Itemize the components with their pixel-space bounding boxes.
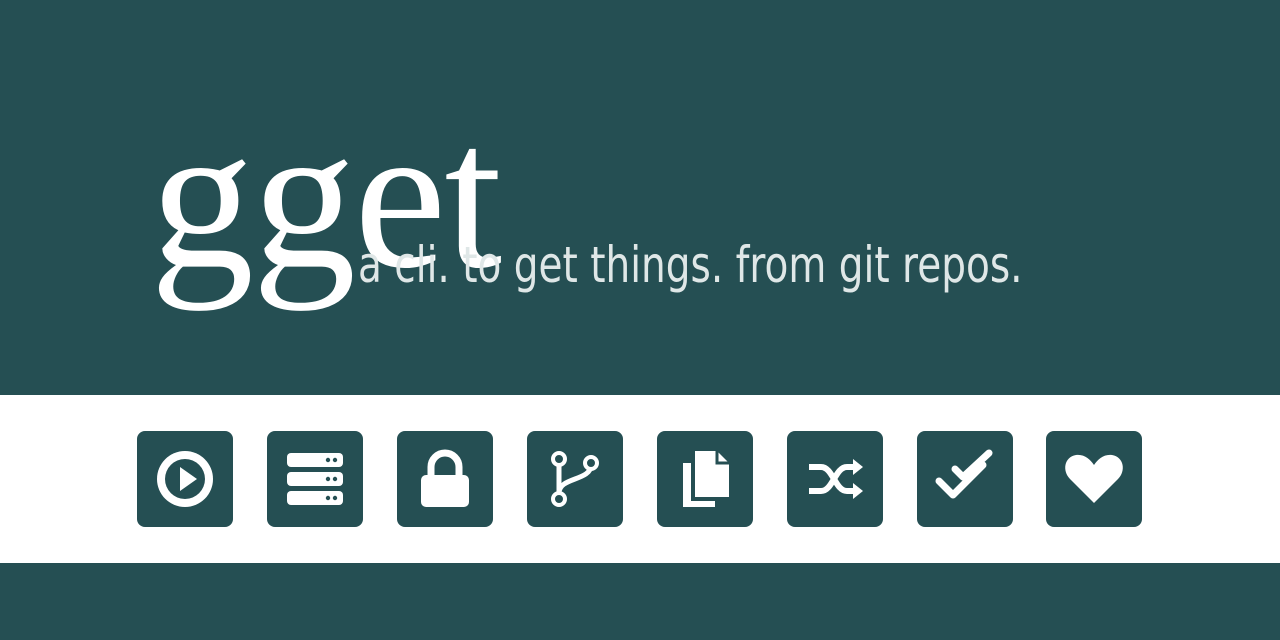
- footer-band: [0, 563, 1280, 640]
- shuffle-icon: [809, 459, 863, 499]
- copy-files-tile: [657, 431, 753, 527]
- play-circle-icon: [157, 451, 213, 507]
- lock-tile: [397, 431, 493, 527]
- icon-band: [0, 395, 1280, 563]
- double-check-icon: [935, 449, 993, 499]
- code-branch-tile: [527, 431, 623, 527]
- code-branch-icon: [551, 451, 599, 507]
- double-check-tile: [917, 431, 1013, 527]
- hero: gget a cli. to get things. from git repo…: [0, 0, 1280, 395]
- shuffle-tile: [787, 431, 883, 527]
- server-stack-tile: [267, 431, 363, 527]
- play-circle-tile: [137, 431, 233, 527]
- server-stack-icon: [287, 453, 343, 505]
- app-tagline: a cli. to get things. from git repos.: [358, 236, 1023, 294]
- heart-icon: [1065, 454, 1123, 503]
- lock-icon: [421, 449, 469, 507]
- copy-files-icon: [683, 451, 729, 507]
- heart-tile: [1046, 431, 1142, 527]
